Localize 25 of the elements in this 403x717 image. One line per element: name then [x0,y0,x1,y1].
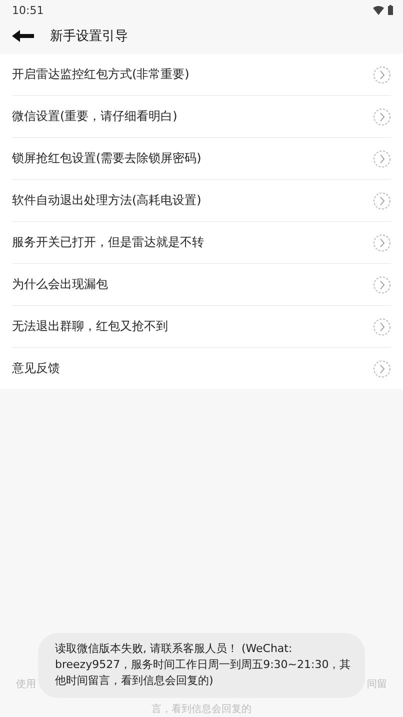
chevron-circle-icon [373,108,391,126]
guide-item-label[interactable]: 服务开关已打开，但是雷达就是不转 [12,234,204,251]
chevron-circle-icon [373,234,391,252]
chevron-circle-icon [373,66,391,84]
chevron-circle-icon [373,276,391,294]
footer-text: 间留 [367,678,387,691]
guide-item-label[interactable]: 意见反馈 [12,360,60,377]
footer-text: 言，看到信息会回复的 [152,704,252,715]
chevron-circle-icon [373,150,391,168]
guide-item-label[interactable]: 软件自动退出处理方法(高耗电设置) [12,192,202,209]
chevron-circle-icon [373,360,391,378]
guide-item-label[interactable]: 为什么会出现漏包 [12,276,108,293]
guide-item-label[interactable]: 锁屏抢红包设置(需要去除锁屏密码) [12,150,202,167]
guide-item-label[interactable]: 微信设置(重要，请仔细看明白) [12,108,178,125]
battery-icon [388,5,393,15]
status-time: 10:51 [12,4,44,16]
guide-item-label[interactable]: 开启雷达监控红包方式(非常重要) [12,66,190,83]
chevron-circle-icon [373,318,391,336]
back-button[interactable] [12,30,34,42]
footer-text: 使用 [16,678,36,691]
toast-message: 读取微信版本失败, 请联系客服人员！ (WeChat: breezy9527，服务时间工作日周一到周五9:30~21:30，其他时间留言，看到信息会回复的) [38,633,365,698]
chevron-circle-icon [373,192,391,210]
page-title: 新手设置引导 [50,28,128,45]
guide-item-label[interactable]: 无法退出群聊，红包又抢不到 [12,318,168,335]
wifi-icon [373,6,384,14]
